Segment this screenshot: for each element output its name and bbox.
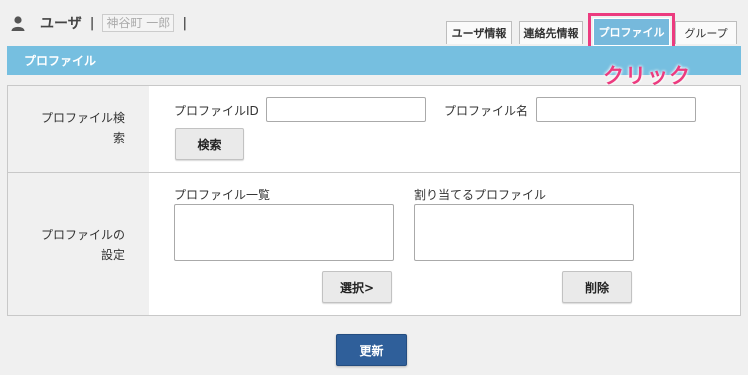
separator-end: | xyxy=(182,15,188,31)
profile-name-input[interactable] xyxy=(536,97,696,122)
user-name: 神谷町 一郎 xyxy=(102,14,175,32)
search-row: プロファイル検索 プロファイルID プロファイル名 検索 xyxy=(8,86,740,173)
user-label: ユーザ xyxy=(40,16,82,32)
profile-list-label: プロファイル一覧 xyxy=(174,188,271,202)
profile-name-label: プロファイル名 xyxy=(444,104,529,118)
user-icon xyxy=(11,16,25,31)
tab-contact-info[interactable]: 連絡先情報 xyxy=(519,21,583,44)
profile-id-label: プロファイルID xyxy=(174,104,259,118)
tab-group[interactable]: グループ xyxy=(675,21,737,44)
update-button[interactable]: 更新 xyxy=(336,334,407,366)
separator: | xyxy=(89,15,95,31)
tab-user-info[interactable]: ユーザ情報 xyxy=(446,21,512,44)
profile-id-input[interactable] xyxy=(266,97,426,122)
search-row-label: プロファイル検索 xyxy=(8,86,149,172)
profile-form: プロファイル検索 プロファイルID プロファイル名 検索 プロファイルの設定 プ… xyxy=(7,85,741,316)
profile-list-box[interactable] xyxy=(174,204,394,261)
assigned-profile-box[interactable] xyxy=(414,204,634,261)
settings-row: プロファイルの設定 プロファイル一覧 割り当てるプロファイル 選択> 削除 xyxy=(8,173,740,315)
assigned-profile-label: 割り当てるプロファイル xyxy=(414,188,547,202)
search-button[interactable]: 検索 xyxy=(175,128,244,160)
settings-row-label: プロファイルの設定 xyxy=(8,173,149,315)
search-row-label-text: プロファイル検索 xyxy=(40,111,125,145)
delete-button[interactable]: 削除 xyxy=(562,271,632,303)
settings-row-label-text: プロファイルの設定 xyxy=(40,228,125,262)
user-header: ユーザ | 神谷町 一郎 | xyxy=(10,10,195,36)
select-button[interactable]: 選択> xyxy=(322,271,392,303)
tab-profile[interactable]: プロファイル xyxy=(588,13,675,51)
